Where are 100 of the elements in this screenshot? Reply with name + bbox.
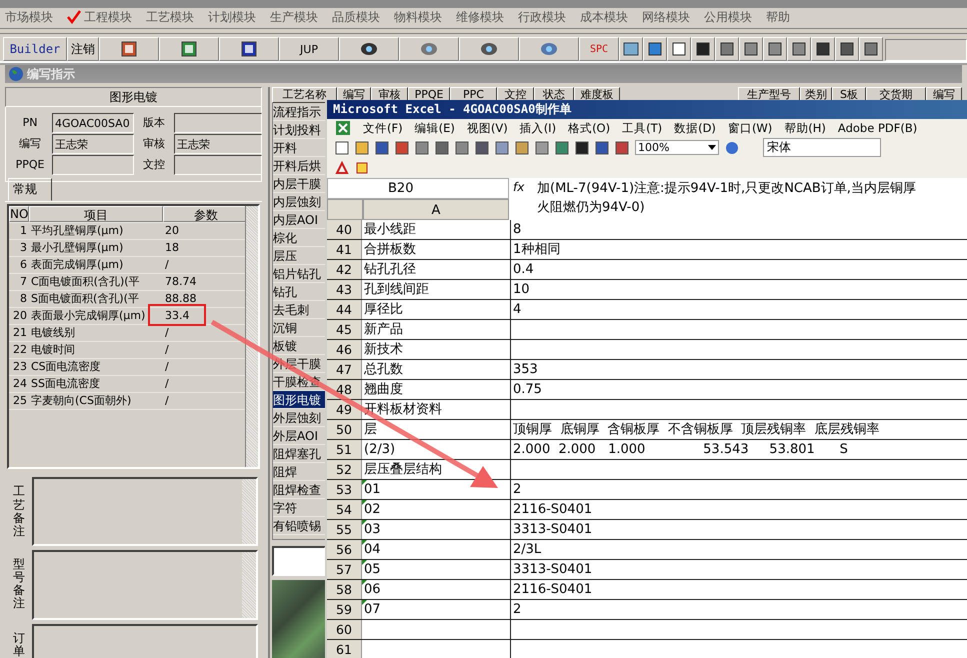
input-field[interactable] bbox=[52, 155, 134, 175]
pdf-button[interactable] bbox=[335, 160, 349, 175]
menu-item[interactable]: Adobe PDF(B) bbox=[838, 121, 918, 136]
table-cell-text: SS面电流密度 bbox=[30, 376, 101, 392]
menu-item[interactable]: 工程模块 bbox=[67, 8, 132, 26]
remark-field[interactable] bbox=[32, 477, 258, 546]
spreadsheet-cell-text: 4 bbox=[512, 301, 522, 320]
menu-item[interactable]: 行政模块 bbox=[518, 8, 566, 26]
spc-button[interactable]: SPC bbox=[579, 37, 619, 61]
row-header: 45 bbox=[327, 320, 362, 340]
spreadsheet-cell: 最小线距 bbox=[362, 220, 511, 240]
table-cell-text: 21 bbox=[12, 325, 28, 341]
tab[interactable]: 常规 bbox=[8, 178, 52, 201]
spreadsheet-cell: 03 bbox=[362, 520, 511, 540]
row-header: 50 bbox=[327, 420, 362, 440]
table-cell-text: 电镀时间 bbox=[30, 342, 76, 358]
help-button[interactable] bbox=[859, 37, 883, 61]
menu-item[interactable]: 插入(I) bbox=[520, 120, 556, 136]
toolbar-field[interactable] bbox=[885, 39, 967, 61]
menu-item[interactable]: 工艺模块 bbox=[146, 8, 194, 26]
spreadsheet-icon bbox=[181, 41, 197, 57]
process-item[interactable]: 图形电镀 bbox=[273, 391, 325, 409]
menu-item[interactable]: 文件(F) bbox=[363, 120, 403, 136]
table-cell-text: 22 bbox=[12, 342, 28, 358]
table-cell-text: 33.4 bbox=[164, 308, 190, 324]
input-field[interactable]: 王志荣 bbox=[174, 134, 262, 154]
menu-item[interactable]: 窗口(W) bbox=[728, 120, 772, 136]
menu-item[interactable]: 网络模块 bbox=[642, 8, 690, 26]
delete-button[interactable] bbox=[715, 37, 739, 61]
row-header: 43 bbox=[327, 280, 362, 300]
menu-item[interactable]: 数据(D) bbox=[674, 120, 716, 136]
field-label: PN bbox=[22, 115, 38, 131]
menu-item[interactable]: 编辑(E) bbox=[414, 120, 455, 136]
name-box[interactable]: B20 bbox=[327, 178, 509, 200]
column-header: NO bbox=[9, 206, 29, 222]
remark-label: 工艺备注 bbox=[12, 483, 26, 540]
column-header: 项目 bbox=[29, 206, 163, 222]
network-button[interactable] bbox=[459, 37, 519, 61]
column-header[interactable]: A bbox=[363, 199, 509, 220]
menu-item[interactable]: 视图(V) bbox=[466, 120, 508, 136]
input-field[interactable] bbox=[174, 155, 262, 175]
menu-item[interactable]: 成本模块 bbox=[580, 8, 628, 26]
spreadsheet-cell-text: 8 bbox=[512, 221, 522, 240]
row-header: 59 bbox=[327, 600, 362, 620]
menu-item[interactable]: 帮助(H) bbox=[784, 120, 826, 136]
spreadsheet-cell: 层 bbox=[362, 420, 511, 440]
remark-field[interactable] bbox=[32, 550, 258, 620]
spreadsheet-cell: 新技术 bbox=[362, 340, 511, 360]
zoom-dropdown[interactable]: 100% bbox=[635, 140, 719, 156]
spreadsheet-cell: 02 bbox=[362, 500, 511, 520]
input-field[interactable]: 王志荣 bbox=[52, 134, 134, 154]
slides-button[interactable] bbox=[99, 37, 159, 61]
menu-item[interactable]: 工具(T) bbox=[622, 120, 662, 136]
scrollbar[interactable] bbox=[245, 206, 258, 468]
menu-item[interactable]: 维修模块 bbox=[456, 8, 504, 26]
menu-item[interactable]: 计划模块 bbox=[208, 8, 256, 26]
input-field[interactable]: 4GOAC00SA0 bbox=[52, 113, 134, 133]
table-cell-text: CS面电流密度 bbox=[30, 359, 102, 375]
field-label: 文控 bbox=[142, 157, 166, 173]
spreadsheet-cell-text: 1种相同 bbox=[512, 241, 562, 260]
database-button[interactable] bbox=[399, 37, 459, 61]
spreadsheet-cell: 06 bbox=[362, 580, 511, 600]
builder-button[interactable]: Builder bbox=[3, 37, 67, 61]
table-cell-text: / bbox=[164, 376, 169, 392]
new-file-button[interactable] bbox=[335, 140, 349, 155]
logout-button[interactable]: 注销 bbox=[67, 37, 99, 61]
eye-icon bbox=[360, 41, 378, 57]
binoculars-button[interactable] bbox=[835, 37, 859, 61]
globe-button[interactable] bbox=[643, 37, 667, 61]
table-cell-text: 1 bbox=[19, 223, 28, 239]
menu-item[interactable]: 品质模块 bbox=[332, 8, 380, 26]
table-cell-text: 电镀线别 bbox=[30, 325, 76, 341]
field-label: PPQE bbox=[14, 157, 46, 173]
cut-button[interactable] bbox=[691, 37, 715, 61]
menu-item[interactable]: 公用模块 bbox=[704, 8, 752, 26]
document-button[interactable] bbox=[219, 37, 279, 61]
input-field[interactable] bbox=[174, 113, 262, 133]
pdf-button[interactable] bbox=[355, 160, 369, 175]
row-header: 42 bbox=[327, 260, 362, 280]
eye-button[interactable] bbox=[339, 37, 399, 61]
field-label: 审核 bbox=[142, 136, 166, 152]
spreadsheet-button[interactable] bbox=[159, 37, 219, 61]
spreadsheet-cell-text: 2.000 2.000 1.000 53.543 53.801 S bbox=[512, 441, 849, 460]
menu-item[interactable]: 市场模块 bbox=[5, 8, 53, 26]
input-field[interactable] bbox=[272, 546, 326, 576]
font-dropdown[interactable]: 宋体 bbox=[763, 138, 881, 158]
menu-item[interactable]: 物料模块 bbox=[394, 8, 442, 26]
computer-button[interactable] bbox=[519, 37, 579, 61]
row-header: 58 bbox=[327, 580, 362, 600]
menu-item[interactable]: 生产模块 bbox=[270, 8, 318, 26]
remark-field[interactable] bbox=[32, 624, 258, 658]
pdf-icon bbox=[335, 160, 349, 175]
map-button[interactable] bbox=[619, 37, 643, 61]
menu-item[interactable]: 帮助 bbox=[766, 8, 790, 26]
jup-button[interactable]: JUP bbox=[279, 37, 339, 61]
check-icon bbox=[67, 10, 81, 24]
row-header: 54 bbox=[327, 500, 362, 520]
menu-item[interactable]: 格式(O) bbox=[568, 120, 610, 136]
table-cell-text: 20 bbox=[164, 223, 179, 239]
function-label[interactable]: fx bbox=[513, 180, 531, 196]
